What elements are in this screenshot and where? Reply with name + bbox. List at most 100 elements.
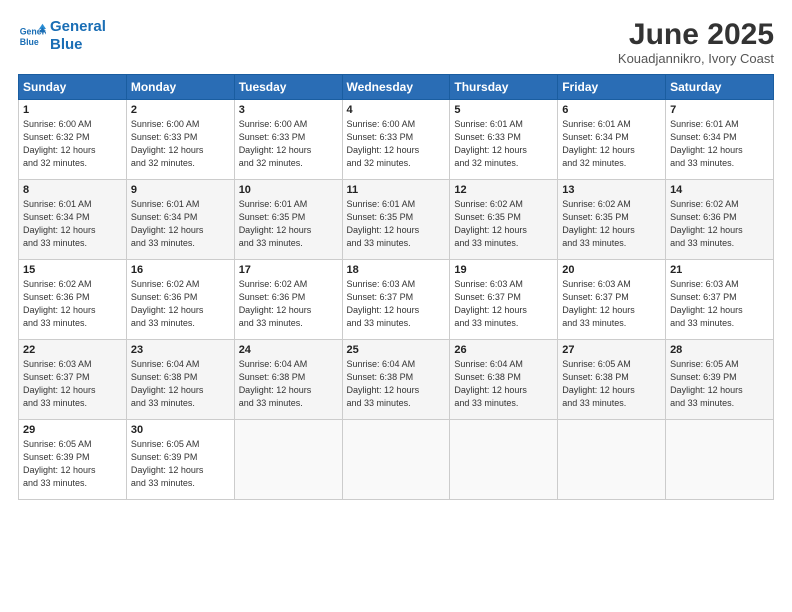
day-number: 28 (670, 344, 769, 356)
calendar-cell: 4 Sunrise: 6:00 AMSunset: 6:33 PMDaylight… (342, 100, 450, 180)
calendar-cell: 19Sunrise: 6:03 AMSunset: 6:37 PMDayligh… (450, 260, 558, 340)
cell-daylight-info: Sunrise: 6:05 AMSunset: 6:38 PMDaylight:… (562, 358, 661, 410)
day-number: 14 (670, 184, 769, 196)
cell-daylight-info: Sunrise: 6:01 AMSunset: 6:35 PMDaylight:… (239, 198, 338, 250)
cell-daylight-info: Sunrise: 6:01 AMSunset: 6:35 PMDaylight:… (347, 198, 446, 250)
day-number: 18 (347, 264, 446, 276)
svg-text:Blue: Blue (20, 37, 39, 47)
day-number: 20 (562, 264, 661, 276)
cell-daylight-info: Sunrise: 6:03 AMSunset: 6:37 PMDaylight:… (670, 278, 769, 330)
calendar-cell: 25 Sunrise: 6:04 AMSunset: 6:38 PMDayligh… (342, 340, 450, 420)
day-number: 13 (562, 184, 661, 196)
calendar-cell: 6Sunrise: 6:01 AMSunset: 6:34 PMDaylight… (558, 100, 666, 180)
logo-text: GeneralBlue (50, 18, 106, 54)
calendar-cell: 12Sunrise: 6:02 AMSunset: 6:35 PMDayligh… (450, 180, 558, 260)
calendar-table: SundayMondayTuesdayWednesdayThursdayFrid… (18, 74, 774, 500)
calendar-page: General Blue GeneralBlue June 2025 Kouad… (0, 0, 792, 612)
calendar-cell: 5 Sunrise: 6:01 AMSunset: 6:33 PMDaylight… (450, 100, 558, 180)
calendar-cell: 27 Sunrise: 6:05 AMSunset: 6:38 PMDayligh… (558, 340, 666, 420)
calendar-cell: 16 Sunrise: 6:02 AMSunset: 6:36 PMDayligh… (126, 260, 234, 340)
day-number: 15 (23, 264, 122, 276)
calendar-cell: 22 Sunrise: 6:03 AMSunset: 6:37 PMDayligh… (19, 340, 127, 420)
cell-daylight-info: Sunrise: 6:04 AMSunset: 6:38 PMDaylight:… (239, 358, 338, 410)
cell-daylight-info: Sunrise: 6:03 AMSunset: 6:37 PMDaylight:… (562, 278, 661, 330)
cell-daylight-info: Sunrise: 6:01 AMSunset: 6:34 PMDaylight:… (131, 198, 230, 250)
calendar-cell: 7Sunrise: 6:01 AMSunset: 6:34 PMDaylight… (666, 100, 774, 180)
calendar-cell: 2Sunrise: 6:00 AMSunset: 6:33 PMDaylight… (126, 100, 234, 180)
day-number: 21 (670, 264, 769, 276)
cell-daylight-info: Sunrise: 6:01 AMSunset: 6:34 PMDaylight:… (23, 198, 122, 250)
cell-daylight-info: Sunrise: 6:05 AMSunset: 6:39 PMDaylight:… (670, 358, 769, 410)
day-number: 3 (239, 104, 338, 116)
day-number: 9 (131, 184, 230, 196)
day-number: 27 (562, 344, 661, 356)
cell-daylight-info: Sunrise: 6:01 AMSunset: 6:33 PMDaylight:… (454, 118, 553, 170)
day-number: 6 (562, 104, 661, 116)
calendar-cell: 10 Sunrise: 6:01 AMSunset: 6:35 PMDayligh… (234, 180, 342, 260)
day-number: 1 (23, 104, 122, 116)
cell-daylight-info: Sunrise: 6:00 AMSunset: 6:32 PMDaylight:… (23, 118, 122, 170)
day-number: 2 (131, 104, 230, 116)
month-title: June 2025 (618, 18, 774, 51)
day-number: 22 (23, 344, 122, 356)
calendar-cell: 13 Sunrise: 6:02 AMSunset: 6:35 PMDayligh… (558, 180, 666, 260)
day-number: 7 (670, 104, 769, 116)
calendar-header-wednesday: Wednesday (342, 75, 450, 100)
calendar-cell (558, 420, 666, 500)
calendar-cell: 18Sunrise: 6:03 AMSunset: 6:37 PMDayligh… (342, 260, 450, 340)
calendar-cell: 9 Sunrise: 6:01 AMSunset: 6:34 PMDaylight… (126, 180, 234, 260)
calendar-header-thursday: Thursday (450, 75, 558, 100)
cell-daylight-info: Sunrise: 6:05 AMSunset: 6:39 PMDaylight:… (131, 438, 230, 490)
cell-daylight-info: Sunrise: 6:00 AMSunset: 6:33 PMDaylight:… (347, 118, 446, 170)
calendar-header-tuesday: Tuesday (234, 75, 342, 100)
day-number: 24 (239, 344, 338, 356)
calendar-cell: 21 Sunrise: 6:03 AMSunset: 6:37 PMDayligh… (666, 260, 774, 340)
day-number: 19 (454, 264, 553, 276)
calendar-cell (666, 420, 774, 500)
cell-daylight-info: Sunrise: 6:02 AMSunset: 6:35 PMDaylight:… (562, 198, 661, 250)
cell-daylight-info: Sunrise: 6:02 AMSunset: 6:36 PMDaylight:… (239, 278, 338, 330)
day-number: 5 (454, 104, 553, 116)
calendar-cell: 28 Sunrise: 6:05 AMSunset: 6:39 PMDayligh… (666, 340, 774, 420)
calendar-cell (450, 420, 558, 500)
day-number: 8 (23, 184, 122, 196)
cell-daylight-info: Sunrise: 6:03 AMSunset: 6:37 PMDaylight:… (23, 358, 122, 410)
calendar-week-row: 29 Sunrise: 6:05 AMSunset: 6:39 PMDayligh… (19, 420, 774, 500)
cell-daylight-info: Sunrise: 6:02 AMSunset: 6:36 PMDaylight:… (131, 278, 230, 330)
cell-daylight-info: Sunrise: 6:04 AMSunset: 6:38 PMDaylight:… (347, 358, 446, 410)
day-number: 4 (347, 104, 446, 116)
cell-daylight-info: Sunrise: 6:02 AMSunset: 6:35 PMDaylight:… (454, 198, 553, 250)
title-block: June 2025 Kouadjannikro, Ivory Coast (618, 18, 774, 66)
cell-daylight-info: Sunrise: 6:05 AMSunset: 6:39 PMDaylight:… (23, 438, 122, 490)
cell-daylight-info: Sunrise: 6:04 AMSunset: 6:38 PMDaylight:… (454, 358, 553, 410)
calendar-header-friday: Friday (558, 75, 666, 100)
calendar-cell: 8 Sunrise: 6:01 AMSunset: 6:34 PMDaylight… (19, 180, 127, 260)
calendar-cell: 15 Sunrise: 6:02 AMSunset: 6:36 PMDayligh… (19, 260, 127, 340)
location: Kouadjannikro, Ivory Coast (618, 51, 774, 66)
day-number: 26 (454, 344, 553, 356)
logo-icon: General Blue (18, 22, 46, 50)
cell-daylight-info: Sunrise: 6:02 AMSunset: 6:36 PMDaylight:… (23, 278, 122, 330)
cell-daylight-info: Sunrise: 6:04 AMSunset: 6:38 PMDaylight:… (131, 358, 230, 410)
calendar-cell (342, 420, 450, 500)
day-number: 11 (347, 184, 446, 196)
calendar-header-saturday: Saturday (666, 75, 774, 100)
day-number: 30 (131, 424, 230, 436)
day-number: 29 (23, 424, 122, 436)
day-number: 25 (347, 344, 446, 356)
calendar-cell: 17 Sunrise: 6:02 AMSunset: 6:36 PMDayligh… (234, 260, 342, 340)
calendar-header-row: SundayMondayTuesdayWednesdayThursdayFrid… (19, 75, 774, 100)
calendar-week-row: 1 Sunrise: 6:00 AMSunset: 6:32 PMDaylight… (19, 100, 774, 180)
day-number: 23 (131, 344, 230, 356)
calendar-cell: 11 Sunrise: 6:01 AMSunset: 6:35 PMDayligh… (342, 180, 450, 260)
day-number: 16 (131, 264, 230, 276)
calendar-cell: 26 Sunrise: 6:04 AMSunset: 6:38 PMDayligh… (450, 340, 558, 420)
calendar-week-row: 22 Sunrise: 6:03 AMSunset: 6:37 PMDayligh… (19, 340, 774, 420)
header: General Blue GeneralBlue June 2025 Kouad… (18, 18, 774, 66)
calendar-cell (234, 420, 342, 500)
calendar-header-sunday: Sunday (19, 75, 127, 100)
day-number: 10 (239, 184, 338, 196)
calendar-cell: 30 Sunrise: 6:05 AMSunset: 6:39 PMDayligh… (126, 420, 234, 500)
day-number: 17 (239, 264, 338, 276)
calendar-header-monday: Monday (126, 75, 234, 100)
